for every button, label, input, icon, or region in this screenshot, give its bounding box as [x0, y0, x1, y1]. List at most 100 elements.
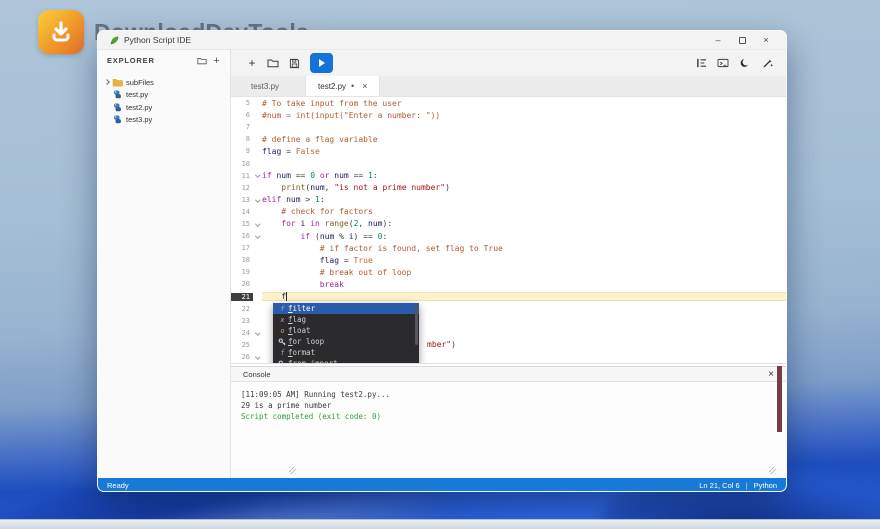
token-kw: elif [262, 195, 282, 205]
code-text[interactable]: # To take input from the user [262, 99, 786, 108]
editor-line-13: 13 elif num > 1: [231, 194, 786, 206]
code-text[interactable]: flag = True [262, 256, 786, 265]
token-var: num [368, 219, 383, 229]
token-var: num [286, 195, 301, 205]
code-text[interactable]: f [262, 292, 786, 302]
autocomplete-item-flag[interactable]: x flag [273, 314, 419, 325]
autocomplete-item-format[interactable]: f format [273, 347, 419, 358]
format-wand-icon[interactable] [758, 54, 776, 72]
token-var: num [319, 231, 335, 241]
editor-line-18: 18 flag = True [231, 254, 786, 266]
token-comment: # break out of loop [319, 267, 412, 277]
console-output: [11:09:05 AM] Running test2.py... 29 is a… [231, 366, 786, 478]
status-bar: Ready Ln 21, Col 6 | Python [98, 478, 786, 491]
code-editor[interactable]: 5 # To take input from the user 6 #num = in… [231, 97, 786, 364]
sidebar-item-subFiles[interactable]: subFiles [98, 76, 230, 89]
token-comment: # define a flag variable [262, 134, 378, 144]
sidebar-item-test3-py[interactable]: test3.py [98, 114, 230, 127]
code-text[interactable]: # check for factors [262, 207, 786, 216]
status-cursor-position[interactable]: Ln 21, Col 6 [699, 481, 739, 490]
token-op: : [372, 171, 378, 181]
autocomplete-item-float[interactable]: o float [273, 325, 419, 336]
file-label: test3.py [126, 115, 153, 125]
token-kw: break [319, 279, 344, 289]
code-text[interactable]: print(num, "is not a prime number") [262, 183, 786, 192]
save-icon[interactable] [285, 54, 303, 72]
dark-mode-moon-icon[interactable] [736, 54, 754, 72]
file-tree: subFiles test.py test2.py test3.py [98, 76, 230, 126]
line-number: 6 [245, 111, 250, 120]
code-text[interactable]: # break out of loop [262, 268, 786, 277]
token-op: > [300, 195, 315, 205]
fold-chevron-icon[interactable] [253, 196, 262, 202]
app-icon [110, 36, 119, 45]
token-op: ) [445, 183, 450, 193]
code-text[interactable]: break [262, 280, 786, 289]
new-file-icon[interactable]: + [243, 54, 261, 72]
token-op: == [348, 171, 369, 181]
play-icon [319, 59, 325, 67]
fold-chevron-icon[interactable] [253, 172, 262, 178]
line-number: 10 [241, 159, 250, 168]
resize-grip[interactable] [769, 467, 776, 474]
token-op: : [319, 195, 325, 205]
token-op: , [324, 183, 335, 193]
minimize-button[interactable]: – [706, 33, 730, 47]
autocomplete-item-for-loop[interactable]: for loop [273, 336, 419, 347]
fold-chevron-icon[interactable] [253, 354, 262, 359]
line-numbers-icon[interactable] [692, 54, 710, 72]
token-str: "is not a prime number" [334, 183, 446, 193]
maximize-button[interactable] [730, 33, 754, 47]
fold-chevron-icon[interactable] [253, 329, 262, 335]
windows-taskbar[interactable] [0, 519, 880, 529]
editor-toolbar: + [231, 50, 786, 76]
class-icon: o [280, 326, 285, 335]
line-number: 5 [245, 99, 250, 108]
explorer-sidebar: EXPLORER + subFiles test.py test2.py test3.… [98, 50, 231, 478]
code-text[interactable]: elif num > 1: [262, 195, 786, 204]
status-language[interactable]: Python [754, 481, 777, 490]
close-button[interactable]: × [754, 33, 778, 47]
function-icon: f [280, 348, 285, 357]
line-number: 15 [241, 219, 250, 228]
open-folder-icon[interactable] [264, 54, 282, 72]
line-number: 12 [241, 183, 250, 192]
console-header: Console × [231, 366, 786, 382]
console-close-icon[interactable]: × [768, 369, 774, 380]
sidebar-item-test-py[interactable]: test.py [98, 89, 230, 102]
token-kw: or [315, 171, 330, 181]
tab-close-icon[interactable]: × [362, 81, 367, 91]
console-line: 29 is a prime number [241, 401, 332, 410]
fold-chevron-icon[interactable] [253, 233, 262, 239]
code-text[interactable]: flag = False [262, 147, 786, 156]
autocomplete-item-filter[interactable]: f filter [273, 303, 419, 314]
fold-chevron-icon[interactable] [253, 221, 262, 226]
code-text[interactable]: if num == 0 or num == 1: [262, 171, 786, 180]
code-text[interactable]: for i in range(2, num): [262, 219, 786, 228]
resize-grip[interactable] [289, 467, 296, 474]
code-text[interactable]: if (num % i) == 0: [262, 232, 786, 241]
console-scrollbar[interactable] [777, 366, 782, 432]
token-bool: False [295, 146, 320, 156]
new-folder-icon[interactable] [194, 54, 209, 67]
code-text[interactable]: #num = int(input("Enter a number: ")) [262, 111, 786, 120]
sidebar-item-test2-py[interactable]: test2.py [98, 101, 230, 114]
code-text[interactable]: # define a flag variable [262, 135, 786, 144]
terminal-icon[interactable] [714, 54, 732, 72]
token-bool: True [353, 255, 373, 265]
editor-line-12: 12 print(num, "is not a prime number") [231, 182, 786, 194]
tab-test3-py[interactable]: test3.py [239, 76, 291, 96]
code-text[interactable]: # if factor is found, set flag to True [262, 244, 786, 253]
autocomplete-item-from-import[interactable]: from import [273, 358, 419, 363]
token-op: == [290, 171, 311, 181]
run-button[interactable] [310, 53, 333, 73]
autocomplete-scrollbar[interactable] [415, 305, 418, 345]
tab-test2-py[interactable]: test2.py • × [305, 76, 381, 96]
token-kw: if [300, 231, 311, 241]
new-file-plus-icon[interactable]: + [209, 54, 224, 67]
autocomplete-label: flag [288, 315, 307, 324]
token-comment: #num = int(input("Enter a number: ")) [262, 110, 441, 120]
titlebar[interactable]: Python Script IDE – × [98, 31, 786, 49]
